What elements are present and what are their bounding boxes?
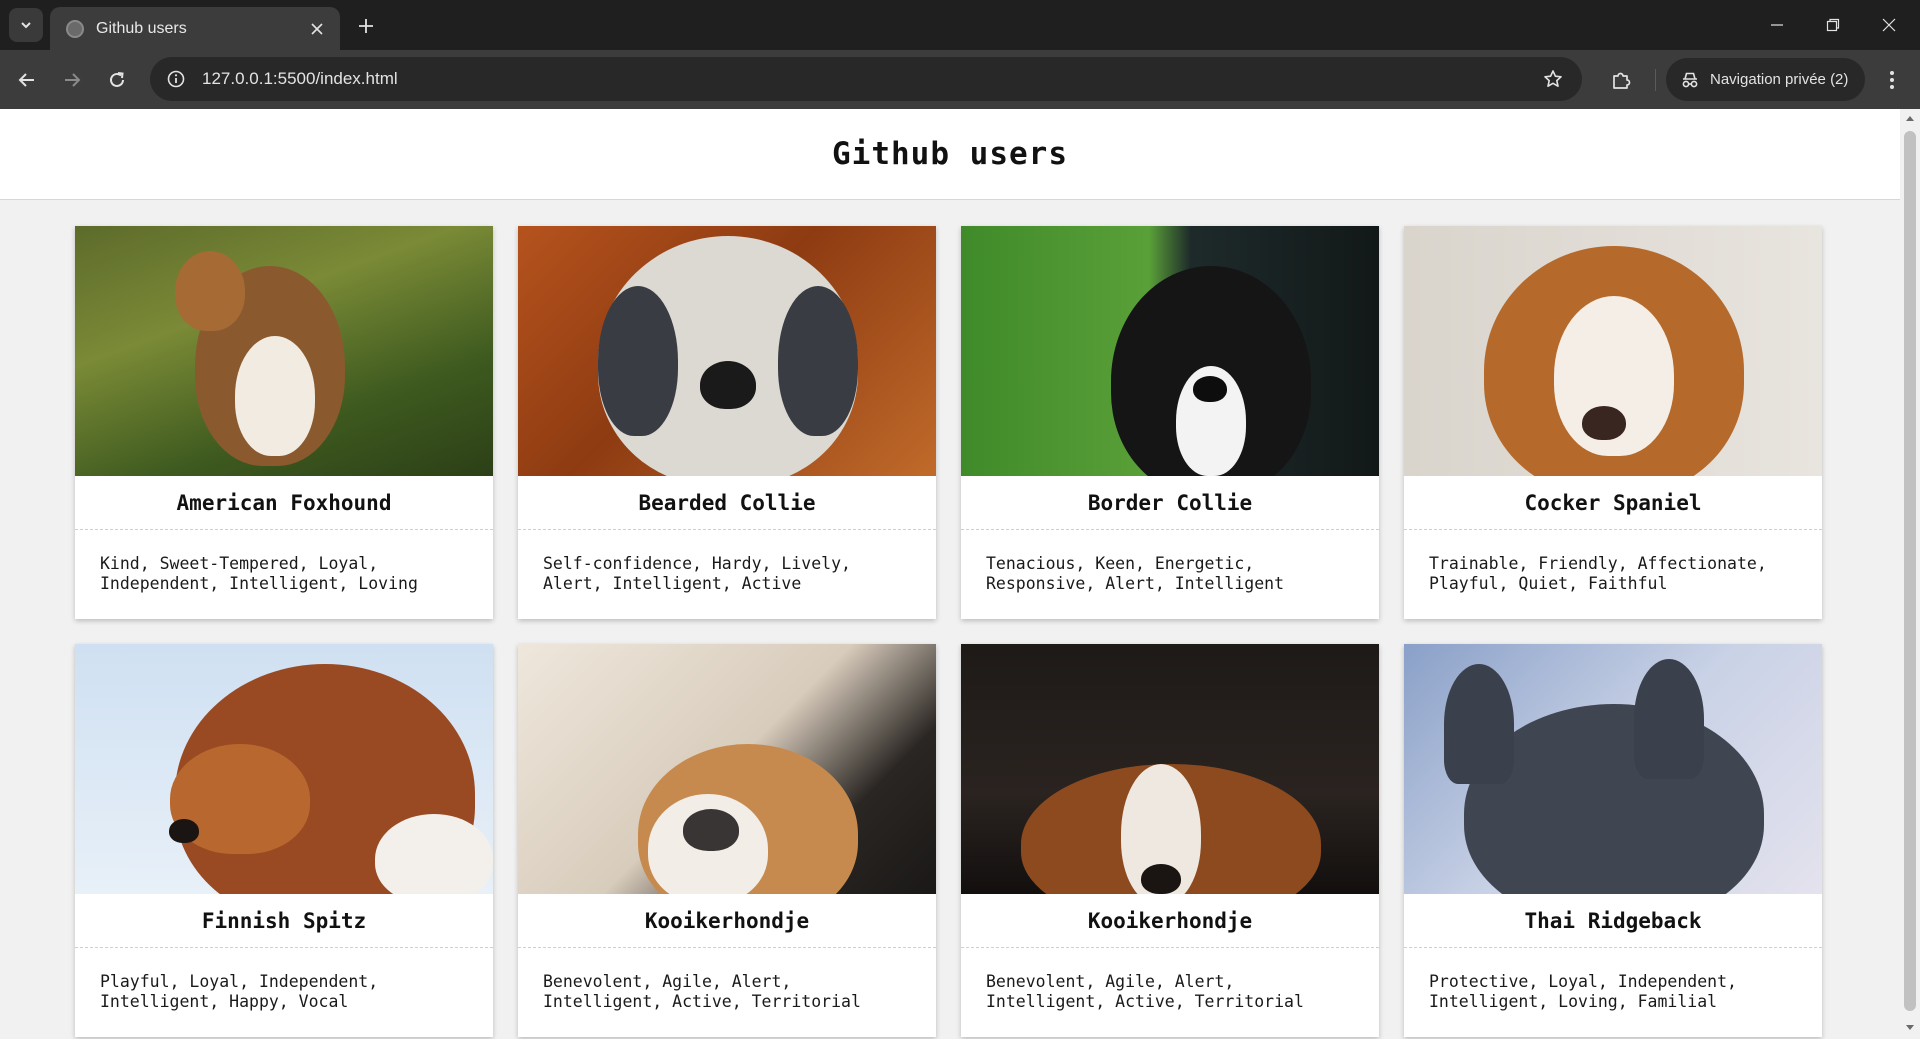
forward-button[interactable] [56, 64, 88, 96]
vertical-scrollbar[interactable] [1900, 109, 1920, 1039]
incognito-icon [1682, 72, 1698, 87]
puzzle-icon [1613, 72, 1631, 89]
chevron-down-icon [21, 22, 31, 29]
dog-traits: Self-confidence, Hardy, Lively, Alert, I… [543, 554, 851, 593]
reload-button[interactable] [101, 64, 133, 96]
dog-card: Kooikerhondje Benevolent, Agile, Alert, … [961, 644, 1379, 1037]
dog-traits: Kind, Sweet-Tempered, Loyal, Independent… [100, 554, 418, 593]
scrollbar-thumb[interactable] [1904, 131, 1916, 1011]
close-window-button[interactable] [1874, 10, 1904, 40]
minimize-icon [1771, 24, 1783, 26]
new-tab-button[interactable] [352, 12, 380, 40]
back-button[interactable] [11, 64, 43, 96]
extensions-button[interactable] [1605, 64, 1637, 96]
browser-tab-strip: Github users [0, 0, 1920, 50]
dog-name: American Foxhound [75, 476, 493, 530]
more-vertical-icon [1890, 71, 1894, 89]
dog-name: Finnish Spitz [75, 894, 493, 948]
restore-icon [1826, 18, 1840, 32]
dog-card: Thai Ridgeback Protective, Loyal, Indepe… [1404, 644, 1822, 1037]
tab-title: Github users [96, 19, 187, 37]
close-icon [1882, 18, 1896, 32]
dog-name: Kooikerhondje [518, 894, 936, 948]
browser-tab[interactable]: Github users [50, 7, 340, 50]
dog-traits: Benevolent, Agile, Alert, Intelligent, A… [986, 972, 1304, 1011]
dog-name: Cocker Spaniel [1404, 476, 1822, 530]
incognito-label: Navigation privée (2) [1710, 71, 1849, 88]
browser-menu-button[interactable] [1876, 64, 1908, 96]
dog-photo [75, 644, 493, 894]
dog-name: Kooikerhondje [961, 894, 1379, 948]
dog-card: Bearded Collie Self-confidence, Hardy, L… [518, 226, 936, 619]
dog-card: Border Collie Tenacious, Keen, Energetic… [961, 226, 1379, 619]
bookmark-star-button[interactable] [1538, 64, 1568, 94]
close-icon [311, 22, 323, 35]
scroll-up-icon[interactable] [1905, 113, 1915, 123]
address-bar[interactable]: 127.0.0.1:5500/index.html [150, 57, 1582, 101]
restore-button[interactable] [1818, 10, 1848, 40]
reload-icon [110, 72, 124, 87]
toolbar-divider [1655, 69, 1656, 91]
dog-photo [518, 644, 936, 894]
dog-name: Thai Ridgeback [1404, 894, 1822, 948]
dog-photo [961, 644, 1379, 894]
arrow-left-icon [18, 73, 34, 87]
dog-name: Border Collie [961, 476, 1379, 530]
dog-card: Cocker Spaniel Trainable, Friendly, Affe… [1404, 226, 1822, 619]
tab-close-button[interactable] [306, 18, 328, 40]
dog-card: Finnish Spitz Playful, Loyal, Independen… [75, 644, 493, 1037]
globe-icon [66, 19, 84, 38]
dog-card: American Foxhound Kind, Sweet-Tempered, … [75, 226, 493, 619]
dog-photo [1404, 226, 1822, 476]
dog-traits: Benevolent, Agile, Alert, Intelligent, A… [543, 972, 861, 1011]
dog-traits: Trainable, Friendly, Affectionate, Playf… [1429, 554, 1767, 593]
dog-photo [75, 226, 493, 476]
tab-search-button[interactable] [9, 8, 43, 42]
dog-traits: Tenacious, Keen, Energetic, Responsive, … [986, 554, 1285, 593]
page-viewport: Github users American Foxhound Kind, Swe… [0, 109, 1920, 1039]
minimize-button[interactable] [1762, 10, 1792, 40]
browser-toolbar: 127.0.0.1:5500/index.html Navigation pri… [0, 50, 1920, 109]
url-text[interactable]: 127.0.0.1:5500/index.html [202, 69, 1538, 89]
page-title: Github users [832, 136, 1068, 172]
info-icon[interactable] [164, 67, 188, 91]
scroll-down-icon[interactable] [1905, 1023, 1915, 1033]
dog-name: Bearded Collie [518, 476, 936, 530]
dog-traits: Playful, Loyal, Independent, Intelligent… [100, 972, 379, 1011]
dog-card: Kooikerhondje Benevolent, Agile, Alert, … [518, 644, 936, 1037]
plus-icon [359, 19, 373, 33]
page-header: Github users [0, 109, 1900, 200]
dog-photo [961, 226, 1379, 476]
incognito-indicator[interactable]: Navigation privée (2) [1666, 58, 1865, 101]
dog-card-grid: American Foxhound Kind, Sweet-Tempered, … [75, 226, 1825, 1037]
arrow-right-icon [65, 73, 81, 87]
dog-photo [1404, 644, 1822, 894]
dog-photo [518, 226, 936, 476]
dog-traits: Protective, Loyal, Independent, Intellig… [1429, 972, 1737, 1011]
star-icon [1544, 70, 1562, 87]
